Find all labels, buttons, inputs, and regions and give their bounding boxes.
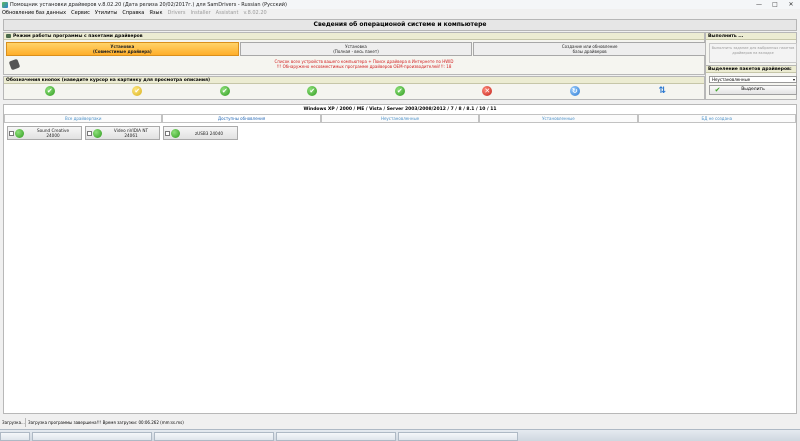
status-left: Загрузка... [2, 418, 26, 427]
mode-full-button[interactable]: Установка (Полная - весь пакет) [239, 42, 473, 56]
tab-db-not-created[interactable]: БД не создана [637, 114, 797, 122]
menu-brand-drivers: Drivers [167, 10, 186, 16]
tab-updates-available[interactable]: Доступны обновления [162, 114, 321, 122]
tab-all-driverpacks[interactable]: Все драйверпаки [4, 114, 163, 122]
selection-dropdown-value: Неустановленные [712, 77, 751, 82]
menu-brand-assistant: Assistant [215, 10, 239, 16]
driver-card-text: Video nVIDIA NT 24061 [103, 128, 159, 138]
driver-chip-icon[interactable] [8, 58, 21, 70]
taskbar-item[interactable] [154, 432, 274, 441]
taskbar-item[interactable] [0, 432, 30, 441]
maximize-button[interactable]: □ [770, 1, 780, 8]
status-ok-icon [171, 128, 180, 138]
taskbar [0, 429, 800, 441]
mode-compatible-button[interactable]: Установка (Совместимые драйвера) [6, 42, 239, 56]
mode-full-line2: (Полная - весь пакет) [333, 49, 379, 54]
mode-compatible-line2: (Совместимые драйвера) [92, 49, 152, 54]
menu-service[interactable]: Сервис [71, 10, 90, 16]
app-logo-icon [2, 1, 8, 8]
tab-not-installed[interactable]: Неустановленные [320, 114, 480, 122]
status-message: Загрузка программы завершена!!! Время за… [28, 420, 184, 425]
error-red-icon[interactable]: ✕ [482, 86, 493, 96]
close-button[interactable]: ✕ [786, 1, 796, 8]
device-info-row: Список всех устройств вашего компьютера … [6, 58, 706, 70]
driver-area: Windows XP / 2000 / ME / Vista / Server … [3, 104, 797, 414]
driver-version: 24061 [124, 133, 138, 138]
ok-yellow-icon[interactable]: ✔ [132, 86, 143, 96]
menu-version: v.8.02.20 [243, 10, 267, 16]
ok-green-plus-icon[interactable]: ✔ [394, 86, 405, 96]
legend-panel-header: Обозначения кнопок (наведите курсор на к… [4, 77, 704, 84]
menu-brand-installer: Installer [190, 10, 211, 16]
mode-create-db-button[interactable]: Создание или обновление базы драйверов [473, 42, 707, 56]
legend-panel: Обозначения кнопок (наведите курсор на к… [3, 76, 705, 100]
tab-content: Sound Creative 24000 Video nVIDIA NT 240… [4, 122, 796, 414]
taskbar-item[interactable] [32, 432, 152, 441]
ok-green-down-icon[interactable]: ✔ [307, 86, 318, 96]
os-support-title: Windows XP / 2000 / ME / Vista / Server … [303, 107, 497, 112]
menu-update-db[interactable]: Обновление баз данных [2, 10, 66, 16]
driver-tabs: Все драйверпаки Доступны обновления Неус… [4, 114, 797, 122]
menu-utilities[interactable]: Утилиты [95, 10, 118, 16]
swap-arrows-icon[interactable]: ⇅ [657, 86, 667, 96]
driver-card-text: zUSB3 24040 [181, 131, 237, 136]
mode-buttons: Установка (Совместимые драйвера) Установ… [6, 42, 707, 56]
driver-card-text: Sound Creative 24000 [25, 128, 81, 138]
select-button[interactable]: ✔ Выделить [709, 85, 797, 95]
package-icon [6, 34, 11, 38]
execute-panel-title: Выполнить ... [708, 33, 744, 39]
window-title: Помощник установки драйверов v.8.02.20 (… [10, 1, 288, 8]
driver-checkbox[interactable] [165, 130, 170, 136]
app-window: Помощник установки драйверов v.8.02.20 (… [0, 0, 800, 441]
taskbar-item[interactable] [276, 432, 396, 441]
mode-create-db-line2: базы драйверов [572, 49, 607, 54]
driver-card-video[interactable]: Video nVIDIA NT 24061 [85, 126, 160, 140]
mode-panel-header: Режим работы программы с пакетами драйве… [4, 33, 704, 40]
chevron-down-icon: ▾ [792, 77, 795, 82]
status-ok-icon [15, 128, 24, 138]
menu-bar: Обновление баз данных Сервис Утилиты Спр… [0, 9, 800, 17]
driver-card-usb3[interactable]: zUSB3 24040 [163, 126, 238, 140]
driver-checkbox[interactable] [87, 130, 92, 136]
check-icon: ✔ [714, 86, 721, 94]
minimize-button[interactable]: — [754, 1, 764, 8]
menu-language[interactable]: Язык [149, 10, 162, 16]
window-controls: — □ ✕ [754, 1, 796, 8]
execute-panel-header: Выполнить ... [706, 33, 796, 40]
oem-warning: !!! Обнаружено несовместимых программе д… [276, 64, 452, 69]
select-button-label: Выделить [741, 87, 765, 92]
driver-checkbox[interactable] [9, 130, 14, 136]
refresh-blue-icon[interactable]: ↻ [569, 86, 580, 96]
legend-panel-title: Обозначения кнопок (наведите курсор на к… [6, 77, 211, 83]
legend-icons: ✔ ✔ ✔ ✔ ✔ ✕ ↻ ⇅ [6, 85, 706, 97]
selection-panel: Выделение пакетов драйверов: Неустановле… [705, 65, 797, 100]
selection-panel-title: Выделение пакетов драйверов: [708, 66, 792, 72]
tab-installed[interactable]: Установленные [479, 114, 638, 122]
driver-name: zUSB3 24040 [194, 130, 224, 136]
status-bar: Загрузка... Загрузка программы завершена… [0, 418, 800, 427]
device-info-lines[interactable]: Список всех устройств вашего компьютера … [22, 59, 706, 69]
taskbar-item[interactable] [398, 432, 518, 441]
selection-dropdown[interactable]: Неустановленные ▾ [709, 76, 797, 83]
ok-green-warn-icon[interactable]: ✔ [219, 86, 230, 96]
mode-panel-title: Режим работы программы с пакетами драйве… [13, 33, 143, 39]
ok-green-icon[interactable]: ✔ [44, 86, 55, 96]
execute-button[interactable]: Выполнить задание для выбранных пакетов … [709, 43, 797, 63]
status-ok-icon [93, 128, 102, 138]
mode-panel: Режим работы программы с пакетами драйве… [3, 32, 707, 75]
system-info-header: Сведения об операционой системе и компью… [3, 19, 797, 31]
driver-version: 24000 [46, 133, 60, 138]
title-bar: Помощник установки драйверов v.8.02.20 (… [0, 0, 800, 9]
menu-help[interactable]: Справка [122, 10, 144, 16]
driver-card-sound[interactable]: Sound Creative 24000 [7, 126, 82, 140]
selection-panel-header: Выделение пакетов драйверов: [706, 66, 796, 73]
